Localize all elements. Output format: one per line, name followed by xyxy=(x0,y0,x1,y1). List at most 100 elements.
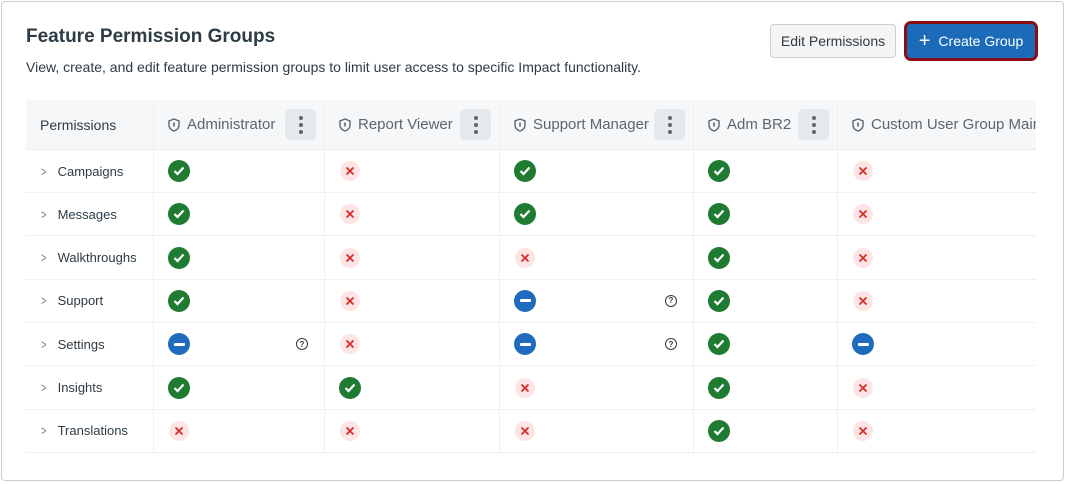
permission-toggle[interactable]: > Translations xyxy=(26,409,154,452)
group-header: Administrator xyxy=(154,100,325,149)
check-icon xyxy=(168,203,190,226)
cross-icon xyxy=(340,204,360,225)
table-row: > Campaigns xyxy=(26,150,1036,193)
permission-label: Messages xyxy=(57,206,117,222)
help-icon[interactable]: ? xyxy=(665,338,677,351)
shield-icon xyxy=(708,117,720,132)
shield-icon xyxy=(852,117,864,132)
permission-toggle[interactable]: > Messages xyxy=(26,193,154,236)
cross-icon xyxy=(853,247,873,268)
cross-icon xyxy=(515,377,535,398)
check-icon xyxy=(168,246,190,269)
permission-status-cell xyxy=(694,236,838,279)
group-options-button[interactable] xyxy=(460,109,491,140)
chevron-right-icon: > xyxy=(41,423,47,439)
permission-status-cell xyxy=(325,366,500,409)
permission-status-cell xyxy=(500,150,694,192)
permission-status-cell xyxy=(838,410,1036,452)
page-description: View, create, and edit feature permissio… xyxy=(26,59,641,75)
group-name: Support Manager xyxy=(533,116,649,133)
permission-status-cell xyxy=(500,409,694,452)
check-icon xyxy=(708,289,730,312)
chevron-right-icon: > xyxy=(41,380,47,395)
partial-icon xyxy=(514,333,536,356)
permission-label: Translations xyxy=(57,423,128,439)
partial-icon xyxy=(514,289,536,312)
permission-toggle[interactable]: > Campaigns xyxy=(26,150,154,192)
check-icon xyxy=(168,289,190,312)
permission-status-cell xyxy=(325,323,500,366)
group-header: Adm BR2 xyxy=(694,100,838,149)
permission-status-cell: ? xyxy=(154,323,325,366)
page-title: Feature Permission Groups xyxy=(26,26,276,47)
create-group-button[interactable]: + Create Group xyxy=(904,21,1038,61)
permission-status-cell xyxy=(500,236,694,279)
permission-status-cell xyxy=(838,323,1036,365)
permission-status-cell xyxy=(838,193,1036,235)
group-options-button[interactable] xyxy=(285,109,316,140)
permission-toggle[interactable]: > Walkthroughs xyxy=(26,236,154,279)
permission-status-cell xyxy=(694,279,838,322)
check-icon xyxy=(708,376,730,399)
shield-icon xyxy=(514,117,526,132)
cross-icon xyxy=(340,161,360,181)
shield-icon xyxy=(339,117,351,132)
permission-status-cell xyxy=(838,150,1036,192)
check-icon xyxy=(514,203,536,226)
check-icon xyxy=(168,376,190,399)
group-name: Administrator xyxy=(187,116,276,133)
check-icon xyxy=(339,376,361,399)
group-name: Adm BR2 xyxy=(727,116,792,133)
check-icon xyxy=(708,419,730,442)
cross-icon xyxy=(340,334,360,355)
permission-toggle[interactable]: > Settings xyxy=(26,323,154,366)
chevron-right-icon: > xyxy=(41,163,47,179)
group-name: Report Viewer xyxy=(358,116,453,133)
permissions-table: Permissions Administrator Report Viewer Sup… xyxy=(26,100,1036,453)
chevron-right-icon: > xyxy=(41,206,47,222)
permission-toggle[interactable]: > Insights xyxy=(26,366,154,409)
check-icon xyxy=(708,333,730,356)
cross-icon xyxy=(515,247,535,268)
check-icon xyxy=(168,160,190,182)
chevron-right-icon: > xyxy=(41,336,47,352)
table-row: > Settings?? xyxy=(26,323,1036,367)
permission-status-cell xyxy=(325,236,500,279)
edit-permissions-button[interactable]: Edit Permissions xyxy=(770,24,896,58)
permission-toggle[interactable]: > Support xyxy=(26,279,154,322)
permission-status-cell xyxy=(325,150,500,192)
permission-status-cell xyxy=(154,279,325,322)
cross-icon xyxy=(515,420,535,441)
permission-status-cell xyxy=(154,193,325,236)
shield-icon xyxy=(168,117,180,132)
permission-status-cell xyxy=(154,366,325,409)
table-row: > Insights xyxy=(26,366,1036,410)
cross-icon xyxy=(169,420,189,441)
plus-icon: + xyxy=(918,30,931,52)
group-header: Support Manager xyxy=(500,100,694,149)
table-row: > Messages xyxy=(26,193,1036,237)
permission-status-cell xyxy=(838,367,1036,409)
help-icon[interactable]: ? xyxy=(296,338,308,351)
table-row: > Support? xyxy=(26,279,1036,323)
permission-status-cell xyxy=(694,409,838,452)
permission-status-cell xyxy=(694,150,838,192)
check-icon xyxy=(708,160,730,182)
cross-icon xyxy=(853,204,873,225)
group-options-button[interactable] xyxy=(654,109,685,140)
permission-status-cell xyxy=(694,193,838,236)
group-name: Custom User Group Maintenance xyxy=(871,116,1036,133)
check-icon xyxy=(514,160,536,182)
chevron-right-icon: > xyxy=(41,250,47,266)
table-row: > Translations xyxy=(26,409,1036,453)
permission-status-cell xyxy=(694,323,838,366)
cross-icon xyxy=(853,420,873,441)
permission-label: Settings xyxy=(57,336,105,352)
group-options-button[interactable] xyxy=(798,109,829,140)
permission-status-cell xyxy=(325,409,500,452)
permission-status-cell xyxy=(838,280,1036,322)
help-icon[interactable]: ? xyxy=(665,294,677,307)
chevron-right-icon: > xyxy=(41,293,47,309)
partial-icon xyxy=(168,333,190,356)
partial-icon xyxy=(852,333,874,356)
